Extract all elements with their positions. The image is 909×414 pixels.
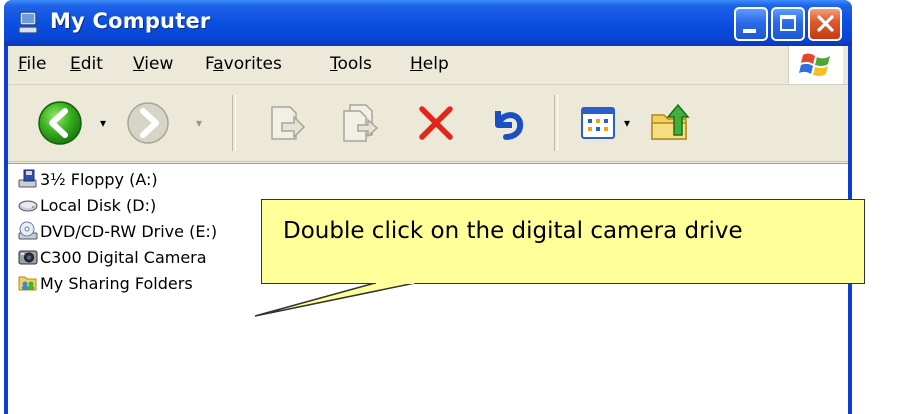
callout-text: Double click on the digital camera drive <box>283 218 743 244</box>
callout-pointer-cover <box>376 281 414 284</box>
